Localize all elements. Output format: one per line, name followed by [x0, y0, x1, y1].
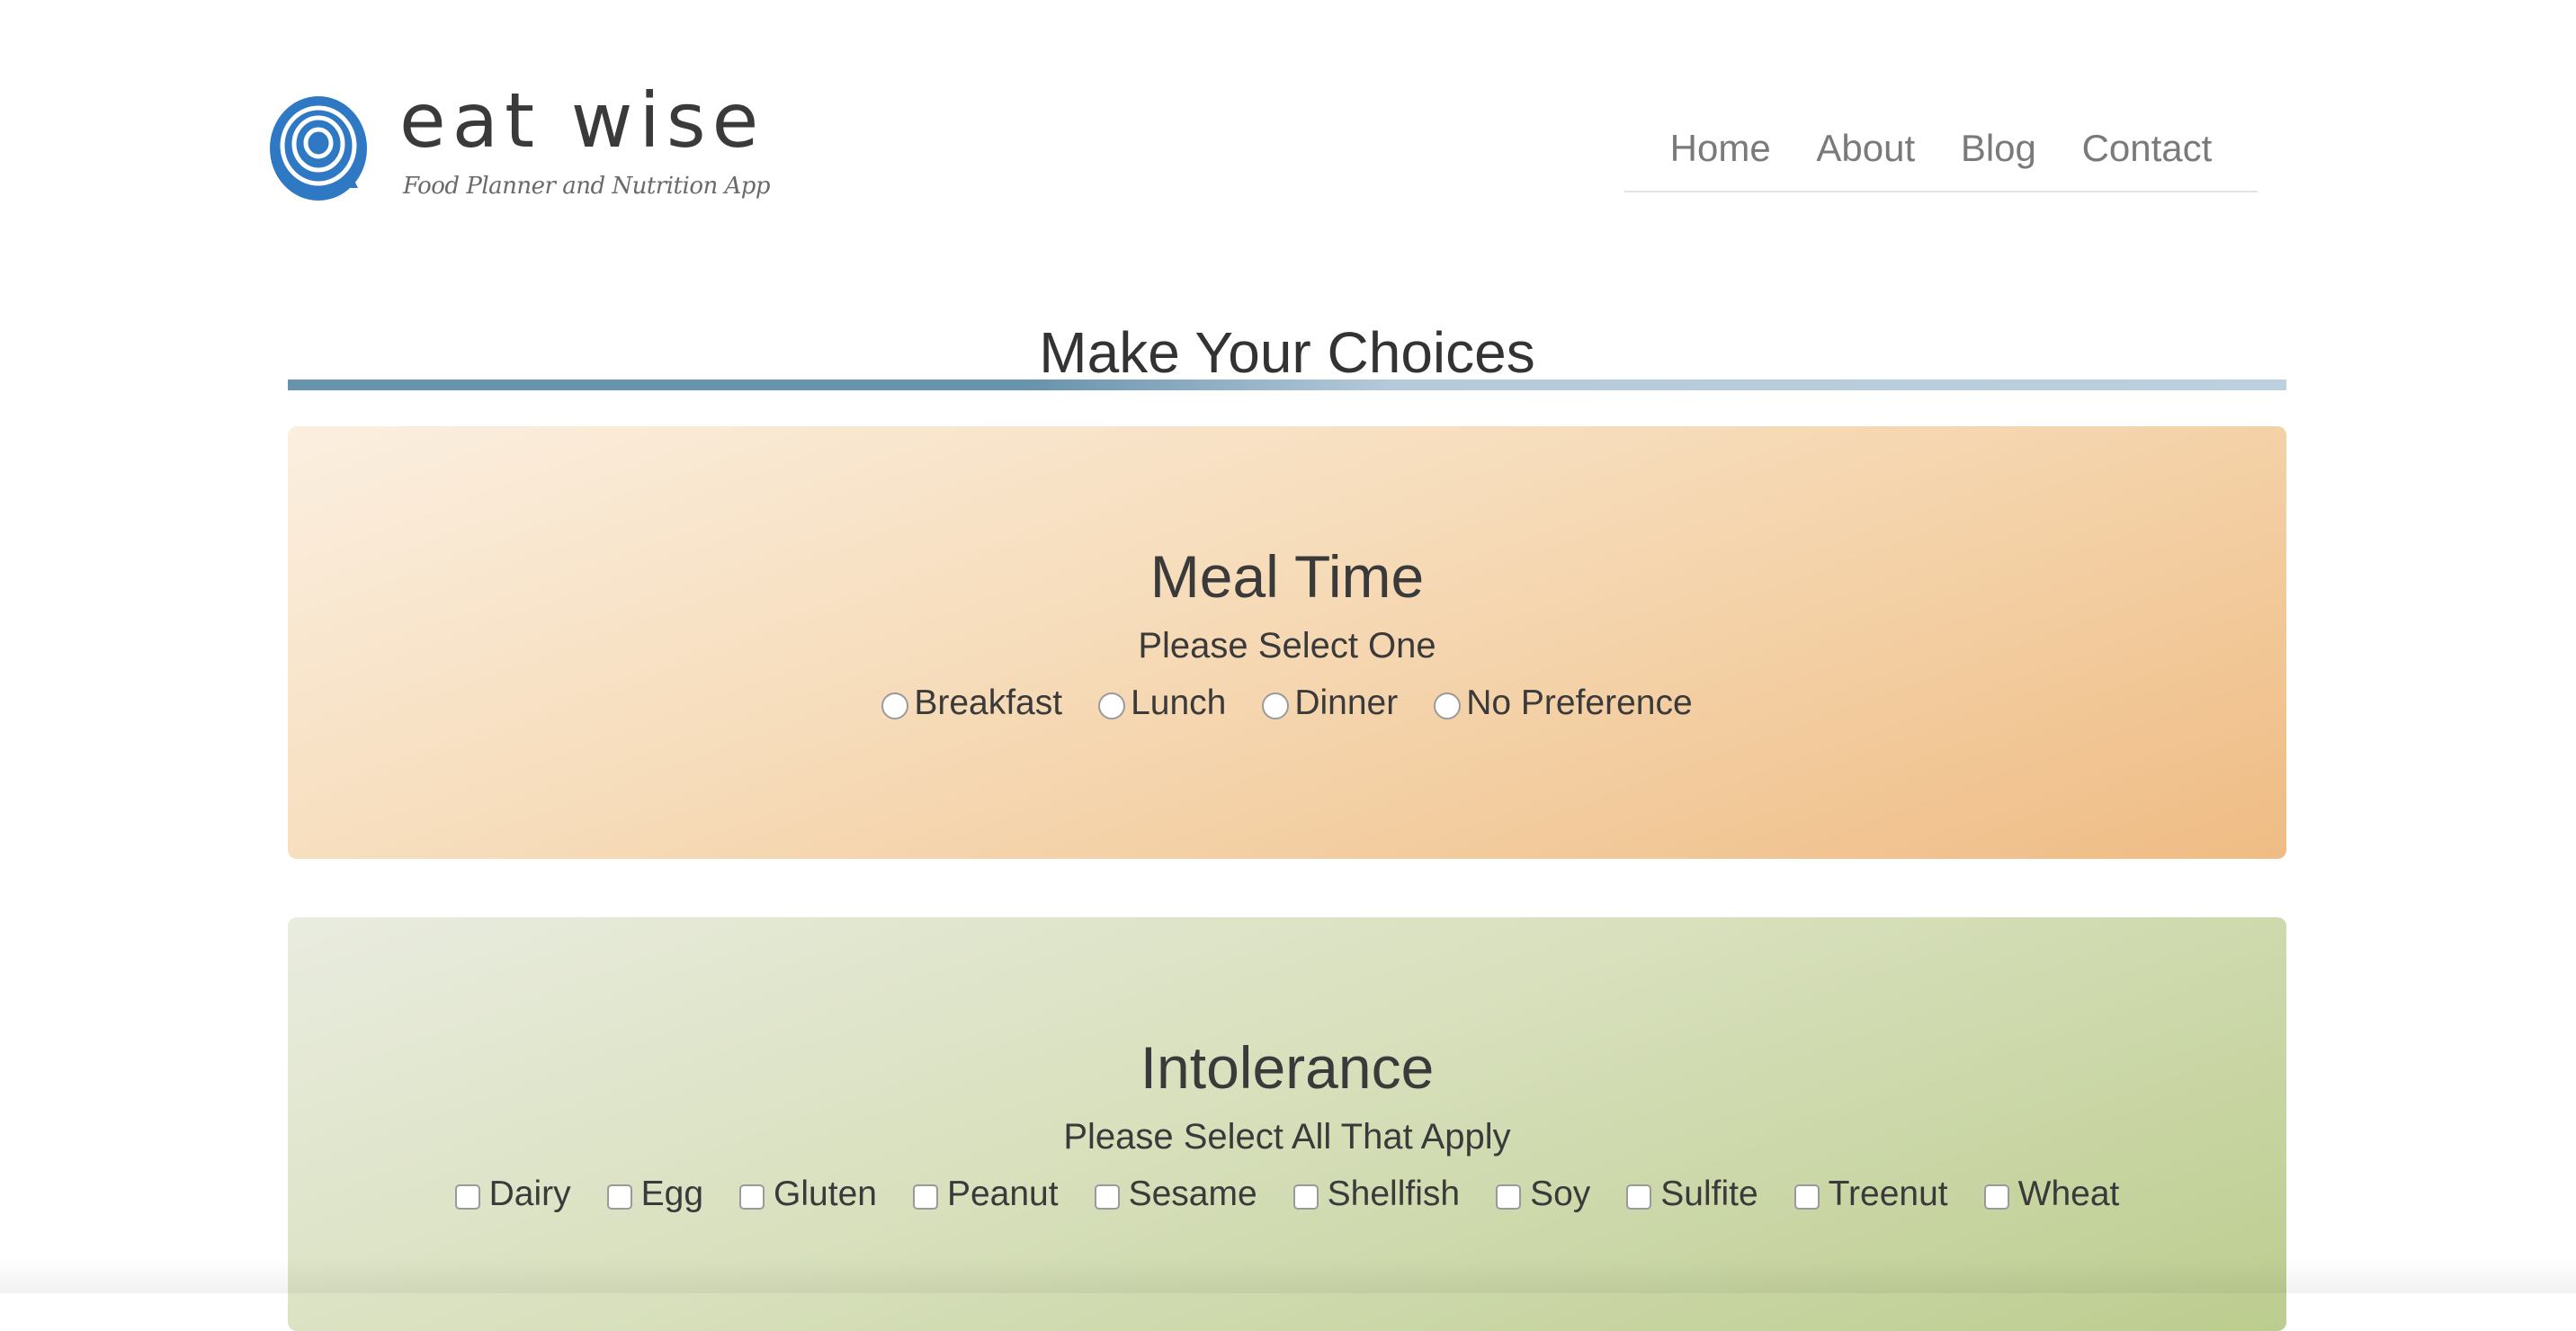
- meal-option-no-preference[interactable]: No Preference: [1434, 683, 1693, 722]
- option-label: Soy: [1530, 1175, 1591, 1213]
- intolerance-option-peanut[interactable]: Peanut: [912, 1175, 1059, 1213]
- checkbox[interactable]: [1793, 1184, 1820, 1210]
- checkbox[interactable]: [454, 1184, 480, 1210]
- option-label: Shellfish: [1327, 1175, 1461, 1213]
- option-label: Breakfast: [914, 683, 1063, 722]
- meal-option-dinner[interactable]: Dinner: [1262, 685, 1398, 720]
- option-label: Wheat: [2017, 1175, 2120, 1213]
- meal-time-card: Meal Time Please Select One Breakfast Lu…: [288, 426, 2286, 859]
- nav-blog-link[interactable]: Blog: [1961, 119, 2036, 178]
- intolerance-option-shellfish[interactable]: Shellfish: [1292, 1175, 1461, 1213]
- intolerance-option-egg[interactable]: Egg: [606, 1175, 704, 1213]
- checkbox[interactable]: [912, 1184, 938, 1210]
- intolerance-title: Intolerance: [1140, 1034, 1435, 1101]
- option-label: Sulfite: [1660, 1175, 1758, 1213]
- site-header: eat wise Food Planner and Nutrition App …: [0, 0, 2576, 234]
- option-label: Gluten: [774, 1175, 877, 1213]
- option-label: Dinner: [1294, 683, 1399, 722]
- radio-button[interactable]: [1434, 692, 1462, 719]
- page-title: Make Your Choices: [1039, 320, 1535, 385]
- meal-time-subtitle: Please Select One: [1138, 626, 1436, 666]
- intolerance-option-sulfite[interactable]: Sulfite: [1626, 1176, 1758, 1211]
- intolerance-option-gluten[interactable]: Gluten: [739, 1176, 877, 1211]
- option-label: Treenut: [1828, 1175, 1948, 1213]
- nav-contact-link[interactable]: Contact: [2082, 119, 2213, 178]
- option-label: Egg: [640, 1175, 704, 1213]
- intolerance-option-sesame[interactable]: Sesame: [1094, 1175, 1257, 1213]
- intolerance-card: Intolerance Please Select All That Apply…: [288, 917, 2286, 1331]
- checkbox[interactable]: [1094, 1184, 1120, 1210]
- main-nav: Home About Blog Contact: [1624, 119, 2258, 192]
- radio-button[interactable]: [881, 692, 909, 719]
- intolerance-option-dairy[interactable]: Dairy: [454, 1175, 571, 1213]
- intolerance-option-treenut[interactable]: Treenut: [1793, 1175, 1948, 1213]
- checkbox[interactable]: [739, 1184, 765, 1210]
- meal-option-breakfast[interactable]: Breakfast: [881, 685, 1062, 720]
- choices-heading: Make Your Choices: [288, 320, 2286, 396]
- checkbox[interactable]: [606, 1184, 632, 1210]
- option-label: No Preference: [1466, 683, 1693, 722]
- radio-button[interactable]: [1098, 692, 1126, 719]
- nav-about-link[interactable]: About: [1816, 119, 1915, 178]
- intolerance-subtitle: Please Select All That Apply: [1063, 1117, 1511, 1157]
- onion-rings-icon: [270, 96, 367, 201]
- logo[interactable]: eat wise Food Planner and Nutrition App: [268, 83, 772, 216]
- checkbox[interactable]: [1983, 1184, 2009, 1210]
- intolerance-option-wheat[interactable]: Wheat: [1983, 1175, 2120, 1213]
- meal-time-title: Meal Time: [1149, 543, 1425, 610]
- brand-name: eat wise: [399, 76, 765, 165]
- option-label: Dairy: [488, 1175, 571, 1213]
- meal-time-options: Breakfast Lunch Dinner No Preference: [288, 685, 2286, 720]
- option-label: Peanut: [946, 1175, 1059, 1213]
- meal-option-lunch[interactable]: Lunch: [1098, 685, 1226, 720]
- option-label: Sesame: [1128, 1175, 1257, 1213]
- intolerance-option-soy[interactable]: Soy: [1496, 1176, 1590, 1211]
- intolerance-options: Dairy Egg Gluten Peanut Sesame Shellfish…: [288, 1176, 2286, 1211]
- option-label: Lunch: [1131, 683, 1227, 722]
- checkbox[interactable]: [1626, 1184, 1652, 1210]
- checkbox[interactable]: [1496, 1184, 1522, 1210]
- nav-home-link[interactable]: Home: [1670, 119, 1771, 178]
- brand-tagline: Food Planner and Nutrition App: [403, 173, 771, 200]
- checkbox[interactable]: [1292, 1184, 1319, 1210]
- radio-button[interactable]: [1262, 692, 1290, 719]
